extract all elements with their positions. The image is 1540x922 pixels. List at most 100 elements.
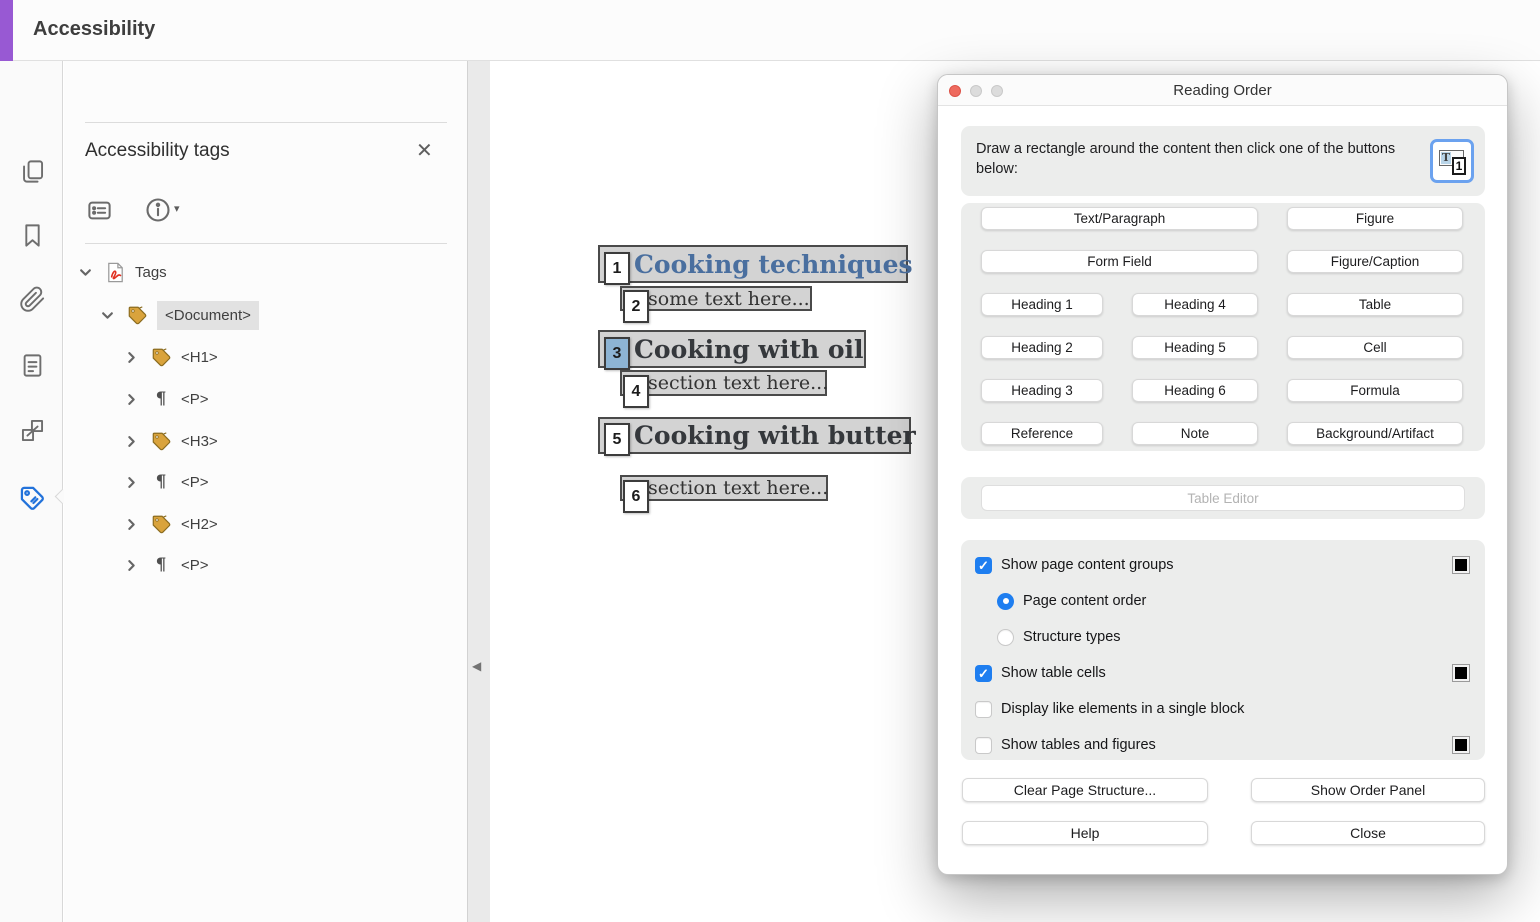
heading-1-button[interactable]: Heading 1	[981, 293, 1103, 316]
table-button[interactable]: Table	[1287, 293, 1463, 316]
reading-order-badge[interactable]: 5	[604, 423, 630, 456]
dialog-titlebar[interactable]: Reading Order	[938, 75, 1507, 106]
show-order-panel-button[interactable]: Show Order Panel	[1251, 778, 1485, 802]
table-editor-button[interactable]: Table Editor	[981, 485, 1465, 511]
show-page-content-groups-checkbox[interactable]: ✓	[975, 557, 992, 574]
chevron-right-icon[interactable]	[125, 351, 138, 364]
chevron-right-icon[interactable]	[125, 518, 138, 531]
color-swatch[interactable]	[1452, 736, 1470, 754]
tree-label[interactable]: Tags	[135, 264, 167, 281]
divider	[85, 122, 447, 123]
note-button[interactable]: Note	[1132, 422, 1258, 445]
close-button[interactable]: Close	[1251, 821, 1485, 845]
option-label: Show page content groups	[1001, 557, 1174, 573]
tree-row-tags[interactable]: Tags	[79, 257, 167, 287]
tree-label-selected[interactable]: <Document>	[157, 301, 259, 330]
structure-types-radio[interactable]	[997, 629, 1014, 646]
dialog-title: Reading Order	[938, 82, 1507, 99]
figure-button[interactable]: Figure	[1287, 207, 1463, 230]
order-icon[interactable]	[18, 416, 46, 444]
chevron-right-icon[interactable]	[125, 559, 138, 572]
panel-title: Accessibility tags	[85, 140, 230, 162]
app-header: Accessibility	[0, 0, 1540, 61]
reading-order-badge[interactable]: 6	[623, 480, 649, 513]
block-text: Cooking techniques	[600, 250, 913, 279]
bookmarks-icon[interactable]	[18, 221, 46, 249]
tree-row-p[interactable]: ¶ <P>	[125, 550, 209, 580]
tree-label[interactable]: <P>	[181, 474, 209, 491]
content-block-paragraph[interactable]: 6 section text here...	[620, 475, 828, 501]
tree-label[interactable]: <P>	[181, 557, 209, 574]
info-icon[interactable]	[144, 196, 172, 224]
tag-buttons-group: Text/Paragraph Figure Form Field Figure/…	[961, 203, 1485, 451]
formula-button[interactable]: Formula	[1287, 379, 1463, 402]
purple-accent-bar	[0, 0, 13, 61]
content-block-heading3[interactable]: 3 Cooking with oil	[598, 330, 866, 368]
paragraph-icon: ¶	[149, 553, 173, 577]
option-label: Page content order	[1023, 593, 1146, 609]
reference-button[interactable]: Reference	[981, 422, 1103, 445]
chevron-right-icon[interactable]	[125, 393, 138, 406]
tag-options-caret-icon[interactable]: ▾	[174, 202, 180, 215]
color-swatch[interactable]	[1452, 556, 1470, 574]
reading-order-badge-selected[interactable]: 3	[604, 337, 630, 370]
tree-label[interactable]: <P>	[181, 391, 209, 408]
display-options-group: ✓ Show page content groups Page content …	[961, 540, 1485, 760]
display-like-elements-checkbox[interactable]	[975, 701, 992, 718]
background-artifact-button[interactable]: Background/Artifact	[1287, 422, 1463, 445]
figure-caption-button[interactable]: Figure/Caption	[1287, 250, 1463, 273]
accessibility-tags-icon[interactable]	[18, 484, 46, 512]
attachments-icon[interactable]	[18, 285, 46, 313]
content-block-paragraph[interactable]: 2 some text here...	[620, 286, 812, 311]
cell-button[interactable]: Cell	[1287, 336, 1463, 359]
option-label: Show table cells	[1001, 665, 1106, 681]
content-block-heading1[interactable]: 1 Cooking techniques	[598, 245, 908, 283]
tree-row-h3[interactable]: <H3>	[125, 426, 218, 456]
tree-label[interactable]: <H3>	[181, 433, 218, 450]
chevron-right-icon[interactable]	[125, 476, 138, 489]
tag-options-icon[interactable]	[86, 197, 113, 224]
chevron-down-icon[interactable]	[79, 266, 92, 279]
tree-row-h2[interactable]: <H2>	[125, 509, 218, 539]
heading-2-button[interactable]: Heading 2	[981, 336, 1103, 359]
heading-4-button[interactable]: Heading 4	[1132, 293, 1258, 316]
block-text: Cooking with oil	[600, 335, 864, 364]
tree-row-p[interactable]: ¶ <P>	[125, 467, 209, 497]
clear-page-structure-button[interactable]: Clear Page Structure...	[962, 778, 1208, 802]
chevron-down-icon[interactable]	[101, 309, 114, 322]
option-row: Page content order	[975, 583, 1470, 619]
reading-order-badge[interactable]: 4	[623, 375, 649, 408]
heading-6-button[interactable]: Heading 6	[1132, 379, 1258, 402]
reading-order-badge[interactable]: 1	[604, 252, 630, 285]
tree-row-h1[interactable]: <H1>	[125, 342, 218, 372]
tree-row-document[interactable]: <Document>	[101, 300, 259, 330]
page-title: Accessibility	[33, 18, 155, 41]
show-tables-figures-checkbox[interactable]	[975, 737, 992, 754]
content-icon[interactable]	[18, 351, 46, 379]
content-block-paragraph[interactable]: 4 section text here...	[620, 370, 827, 396]
reading-order-badge[interactable]: 2	[623, 290, 649, 323]
tree-row-p[interactable]: ¶ <P>	[125, 384, 209, 414]
help-button[interactable]: Help	[962, 821, 1208, 845]
text-paragraph-button[interactable]: Text/Paragraph	[981, 207, 1258, 230]
acrobat-accessibility-window: Accessibility Accessibility tags ✕ ▾	[0, 0, 1540, 922]
content-block-heading2[interactable]: 5 Cooking with butter	[598, 417, 911, 454]
tree-label[interactable]: <H1>	[181, 349, 218, 366]
color-swatch[interactable]	[1452, 664, 1470, 682]
panel-resize-gutter[interactable]: ◀	[467, 61, 490, 922]
heading-3-button[interactable]: Heading 3	[981, 379, 1103, 402]
block-text: Cooking with butter	[600, 421, 916, 450]
tree-label[interactable]: <H2>	[181, 516, 218, 533]
heading-5-button[interactable]: Heading 5	[1132, 336, 1258, 359]
show-table-cells-checkbox[interactable]: ✓	[975, 665, 992, 682]
collapse-panel-icon[interactable]: ◀	[472, 659, 481, 673]
divider	[85, 243, 447, 244]
form-field-button[interactable]: Form Field	[981, 250, 1258, 273]
close-panel-icon[interactable]: ✕	[416, 138, 433, 163]
page-thumbnails-icon[interactable]	[18, 157, 46, 185]
reading-order-tool-icon[interactable]: T 1	[1430, 139, 1474, 183]
chevron-right-icon[interactable]	[125, 435, 138, 448]
table-editor-group: Table Editor	[961, 477, 1485, 519]
block-text: section text here...	[622, 477, 828, 499]
page-content-order-radio[interactable]	[997, 593, 1014, 610]
